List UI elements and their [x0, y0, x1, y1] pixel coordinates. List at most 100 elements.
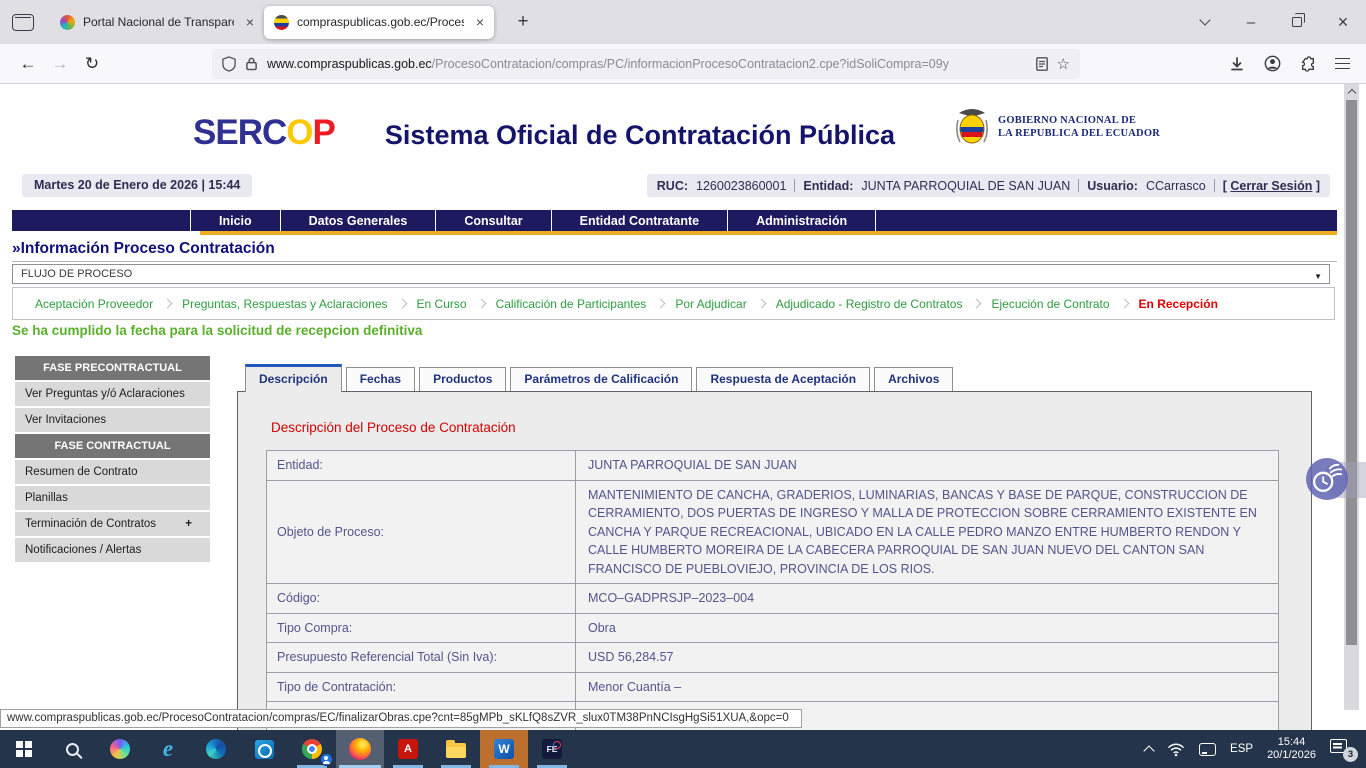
description-table: Entidad: JUNTA PARROQUIAL DE SAN JUAN Ob…: [266, 450, 1279, 730]
tab-descripcion[interactable]: Descripción: [245, 364, 342, 392]
chevron-separator-icon: [476, 299, 486, 309]
flow-step-adjudicado[interactable]: Adjudicado - Registro de Contratos: [776, 297, 963, 311]
sidebar-item-ver-invitaciones[interactable]: Ver Invitaciones: [15, 408, 210, 432]
row-value: MCO–GADPRSJP–2023–004: [575, 584, 1278, 613]
hamburger-menu-icon[interactable]: [1335, 63, 1350, 65]
scrollbar-thumb[interactable]: [1346, 100, 1357, 645]
forward-button[interactable]: →: [44, 54, 76, 74]
taskbar-word-button[interactable]: W: [480, 730, 528, 768]
wifi-icon[interactable]: [1167, 742, 1185, 757]
expand-plus-icon[interactable]: +: [185, 512, 192, 536]
row-label: Tipo Compra:: [267, 614, 575, 643]
taskbar-firefox-button[interactable]: [336, 730, 384, 768]
minimize-button[interactable]: –: [1228, 0, 1274, 44]
url-bar[interactable]: www.compraspublicas.gob.ec/ProcesoContra…: [212, 49, 1080, 79]
sidebar-item-label: Notificaciones / Alertas: [25, 538, 141, 562]
edge-icon: [206, 739, 226, 759]
sidebar-item-ver-preguntas[interactable]: Ver Preguntas y/ó Aclaraciones: [15, 382, 210, 406]
bookmark-star-icon[interactable]: ☆: [1057, 55, 1070, 73]
description-panel: Descripción del Proceso de Contratación …: [237, 391, 1312, 730]
flow-step-calificacion[interactable]: Calificación de Participantes: [496, 297, 647, 311]
sidebar-item-notificaciones[interactable]: Notificaciones / Alertas: [15, 538, 210, 562]
tab-respuesta-aceptacion[interactable]: Respuesta de Aceptación: [696, 367, 870, 391]
tab-title: compraspublicas.gob.ec/Proces: [297, 15, 464, 29]
ecuador-coat-of-arms-icon: [954, 104, 990, 150]
reload-button[interactable]: ↻: [76, 54, 108, 74]
taskbar-acrobat-button[interactable]: A: [384, 730, 432, 768]
flow-step-ejecucion[interactable]: Ejecución de Contrato: [991, 297, 1109, 311]
back-button[interactable]: ←: [12, 54, 44, 74]
shield-permissions-icon[interactable]: [222, 56, 236, 72]
chevron-separator-icon: [397, 299, 407, 309]
new-tab-button[interactable]: +: [508, 11, 538, 33]
restore-button[interactable]: [1274, 0, 1320, 44]
browser-tab-compraspublicas[interactable]: compraspublicas.gob.ec/Proces ×: [264, 6, 494, 39]
notification-center-button[interactable]: 3: [1330, 738, 1356, 760]
flow-step-en-curso[interactable]: En Curso: [417, 297, 467, 311]
browser-tab-portal[interactable]: Portal Nacional de Transparenci ×: [50, 6, 264, 39]
divider: [1078, 179, 1079, 192]
flow-step-por-adjudicar[interactable]: Por Adjudicar: [675, 297, 746, 311]
tab-productos[interactable]: Productos: [419, 367, 506, 391]
downloads-icon[interactable]: [1229, 56, 1245, 72]
window-controls: – ×: [1182, 0, 1366, 44]
row-label: Objeto de Proceso:: [267, 481, 575, 584]
chevron-up-icon: [1347, 89, 1355, 97]
close-tab-icon[interactable]: ×: [242, 14, 254, 30]
firefox-view-icon[interactable]: [12, 14, 34, 31]
tab-archivos[interactable]: Archivos: [874, 367, 953, 391]
page-content: SERCOP Sistema Oficial de Contratación P…: [0, 84, 1366, 730]
close-window-button[interactable]: ×: [1320, 0, 1366, 44]
clock-date[interactable]: 15:44 20/1/2026: [1267, 736, 1316, 762]
taskbar-file-explorer-button[interactable]: [432, 730, 480, 768]
url-text[interactable]: www.compraspublicas.gob.ec/ProcesoContra…: [267, 57, 1027, 71]
sidebar: FASE PRECONTRACTUAL Ver Preguntas y/ó Ac…: [15, 356, 210, 564]
logout-link[interactable]: [ Cerrar Sesión ]: [1223, 179, 1320, 193]
url-host: www.compraspublicas.gob.ec: [267, 57, 432, 71]
chevron-separator-icon: [756, 299, 766, 309]
flow-step-preguntas[interactable]: Preguntas, Respuestas y Aclaraciones: [182, 297, 387, 311]
process-flow-select[interactable]: FLUJO DE PROCESO ▼: [12, 264, 1330, 284]
taskbar-fe-app-button[interactable]: FE: [528, 730, 576, 768]
tab-fechas[interactable]: Fechas: [346, 367, 415, 391]
copilot-icon: [110, 739, 130, 759]
taskbar-internet-explorer-button[interactable]: e: [144, 730, 192, 768]
row-label: Código:: [267, 584, 575, 613]
close-tab-icon[interactable]: ×: [472, 14, 484, 30]
nav-item-inicio[interactable]: Inicio: [190, 210, 280, 231]
lock-icon[interactable]: [245, 56, 258, 71]
tab-parametros[interactable]: Parámetros de Calificación: [510, 367, 692, 391]
taskbar-outlook-button[interactable]: [240, 730, 288, 768]
row-value: USD 56,284.57: [575, 643, 1278, 672]
sidebar-item-terminacion-contratos[interactable]: Terminación de Contratos +: [15, 512, 210, 536]
acrobat-icon: A: [398, 739, 418, 759]
language-indicator[interactable]: ESP: [1230, 743, 1253, 755]
link-preview-statusbar: www.compraspublicas.gob.ec/ProcesoContra…: [0, 709, 802, 728]
start-button[interactable]: [0, 730, 48, 768]
nav-item-entidad-contratante[interactable]: Entidad Contratante: [551, 210, 727, 231]
scrollbar-up-arrow[interactable]: [1344, 84, 1359, 99]
nav-item-administracion[interactable]: Administración: [727, 210, 876, 231]
sidebar-item-label: Terminación de Contratos: [25, 512, 156, 536]
chevron-separator-icon: [163, 299, 173, 309]
government-text: GOBIERNO NACIONAL DE LA REPUBLICA DEL EC…: [998, 114, 1160, 140]
sidebar-item-resumen-contrato[interactable]: Resumen de Contrato: [15, 460, 210, 484]
row-label: Tipo de Contratación:: [267, 673, 575, 702]
page-scrollbar[interactable]: [1344, 84, 1359, 710]
taskbar-chrome-button[interactable]: [288, 730, 336, 768]
taskbar-edge-button[interactable]: [192, 730, 240, 768]
reader-view-icon[interactable]: [1036, 57, 1048, 71]
taskbar-search-button[interactable]: [48, 730, 96, 768]
sidebar-item-planillas[interactable]: Planillas: [15, 486, 210, 510]
nav-item-datos-generales[interactable]: Datos Generales: [280, 210, 436, 231]
account-icon[interactable]: [1264, 55, 1281, 72]
tray-chevron-up-icon[interactable]: [1143, 745, 1154, 756]
firefox-icon: [349, 738, 371, 760]
time-tracker-widget[interactable]: [1306, 458, 1348, 500]
flow-step-aceptacion-proveedor[interactable]: Aceptación Proveedor: [35, 297, 153, 311]
list-tabs-button[interactable]: [1182, 0, 1228, 44]
touch-keyboard-icon[interactable]: [1199, 743, 1216, 756]
nav-item-consultar[interactable]: Consultar: [435, 210, 550, 231]
taskbar-copilot-button[interactable]: [96, 730, 144, 768]
extensions-puzzle-icon[interactable]: [1300, 56, 1316, 72]
